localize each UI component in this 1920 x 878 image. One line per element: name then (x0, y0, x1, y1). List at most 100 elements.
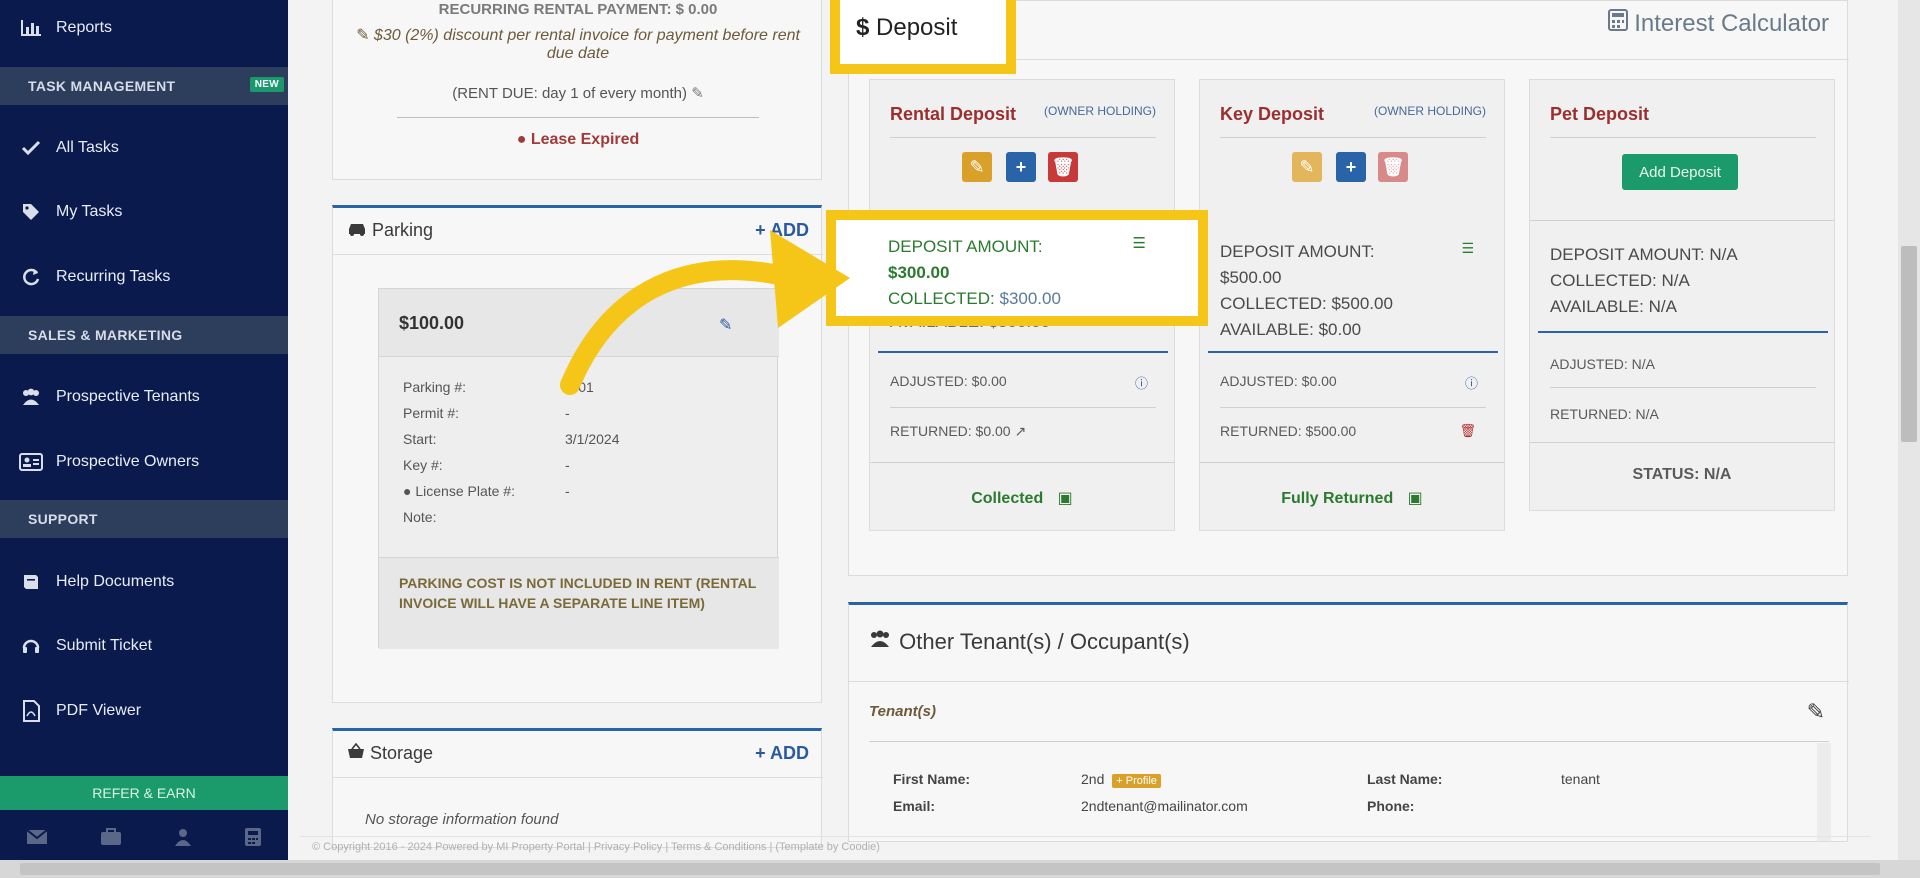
calculator-icon (1607, 9, 1635, 37)
recurring-payment-text: RECURRING RENTAL PAYMENT: $ 0.00 (438, 1, 718, 18)
user-icon[interactable] (174, 828, 192, 851)
sidebar-item-label: PDF Viewer (56, 702, 142, 719)
profile-badge[interactable]: + Profile (1112, 774, 1161, 788)
pet-deposit-figures: DEPOSIT AMOUNT: N/A COLLECTED: N/A AVAIL… (1550, 245, 1738, 316)
sidebar-item-prospective-owners[interactable]: Prospective Owners (0, 434, 288, 490)
plus-icon: + (755, 743, 766, 763)
refresh-icon (18, 266, 44, 288)
sidebar-item-prospective-tenants[interactable]: Prospective Tenants (0, 369, 288, 425)
parking-amount: $100.00 (399, 313, 465, 333)
scrollbar-thumb[interactable] (20, 863, 1880, 875)
copy-icon[interactable]: ▣ (1058, 490, 1073, 507)
tag-icon (18, 201, 44, 223)
pencil-icon: ✎ (1299, 156, 1315, 177)
sidebar-item-my-tasks[interactable]: My Tasks (0, 184, 288, 240)
headset-icon (18, 635, 44, 657)
users-icon (867, 629, 899, 654)
key-deposit-card: Key Deposit (OWNER HOLDING) ✎ + 🗑 DEPOSI… (1199, 79, 1505, 531)
tenants-label: Tenant(s) (869, 703, 936, 720)
parking-notice: PARKING COST IS NOT INCLUDED IN RENT (RE… (399, 575, 756, 611)
rental-returned: RETURNED: $0.00 ↗ (890, 423, 1027, 439)
section-sales-marketing: SALES & MARKETING (0, 316, 288, 354)
briefcase-icon[interactable] (100, 827, 122, 851)
deposit-tab[interactable]: $ Deposit (856, 14, 957, 42)
edit-deposit-button[interactable]: ✎ (962, 152, 992, 182)
dollar-icon: $ (856, 14, 870, 41)
vertical-scrollbar[interactable] (1898, 0, 1920, 860)
email-value: 2ndtenant@mailinator.com (1081, 798, 1248, 814)
lease-status: ● Lease Expired (516, 131, 640, 148)
pencil-icon: ✎ (969, 156, 985, 177)
info-icon[interactable]: ⓘ (1135, 373, 1148, 392)
list-icon[interactable]: ☰ (1461, 240, 1474, 257)
key-deposit-figures: DEPOSIT AMOUNT: $500.00 COLLECTED: $500.… (1220, 242, 1393, 339)
occupants-scrollbar[interactable] (1817, 743, 1831, 841)
list-icon[interactable]: ☰ (1133, 234, 1146, 252)
sidebar-item-label: Recurring Tasks (56, 268, 171, 285)
sidebar-item-help-documents[interactable]: Help Documents (0, 554, 288, 610)
sidebar-item-submit-ticket[interactable]: Submit Ticket (0, 618, 288, 674)
scrollbar-thumb[interactable] (1901, 246, 1917, 442)
check-icon (18, 137, 44, 159)
sidebar-item-reports[interactable]: Reports (0, 0, 288, 56)
section-task-management: TASK MANAGEMENT NEW (0, 67, 288, 105)
delete-deposit-button[interactable]: 🗑 (1378, 152, 1408, 182)
key-deposit-title: Key Deposit (1220, 104, 1325, 124)
add-pet-deposit-button[interactable]: Add Deposit (1622, 154, 1738, 190)
owner-holding-label: (OWNER HOLDING) (1044, 104, 1156, 118)
deposit-amount-highlight: DEPOSIT AMOUNT: $300.00 COLLECTED: $300.… (826, 210, 1208, 326)
sidebar-item-recurring-tasks[interactable]: Recurring Tasks (0, 249, 288, 305)
car-icon (347, 220, 372, 240)
pet-deposit-card: Pet Deposit Add Deposit DEPOSIT AMOUNT: … (1529, 79, 1835, 511)
delete-deposit-button[interactable]: 🗑 (1048, 152, 1078, 182)
sidebar-item-all-tasks[interactable]: All Tasks (0, 120, 288, 176)
storage-add-button[interactable]: + ADD (755, 743, 809, 764)
basket-icon (347, 742, 370, 763)
book-icon (18, 571, 44, 593)
edit-deposit-button[interactable]: ✎ (1292, 152, 1322, 182)
users-icon (18, 386, 44, 408)
copy-icon[interactable]: ▣ (1408, 490, 1423, 507)
tag-icon: ✎ (356, 27, 370, 44)
pet-adjusted: ADJUSTED: N/A (1550, 356, 1656, 372)
last-name-value: tenant (1561, 771, 1600, 787)
new-badge: NEW (249, 77, 284, 92)
rental-adjusted: ADJUSTED: $0.00 (890, 373, 1007, 389)
first-name-value: 2nd + Profile (1081, 771, 1161, 788)
sidebar-item-label: Help Documents (56, 573, 175, 590)
sidebar-item-label: Prospective Owners (56, 453, 200, 470)
storage-card: Storage + ADD No storage information fou… (332, 728, 823, 848)
divider (397, 117, 759, 118)
refer-earn-button[interactable]: REFER & EARN (0, 776, 288, 810)
info-icon: ● (516, 131, 527, 148)
deposit-tab-highlight: $ Deposit (830, 0, 1016, 74)
parking-details: Parking #: Z-01 Permit #: - Start: 3/1/2024… (403, 379, 620, 525)
add-deposit-button[interactable]: + (1336, 152, 1366, 182)
last-name-label: Last Name: (1367, 771, 1443, 787)
footer: © Copyright 2016 - 2024 Powered by MI Pr… (300, 836, 1870, 856)
trash-icon[interactable]: 🗑 (1459, 423, 1476, 439)
occupants-card: Other Tenant(s) / Occupant(s) Tenant(s) … (848, 602, 1849, 842)
key-returned: RETURNED: $500.00 (1220, 423, 1357, 439)
interest-calculator-link[interactable]: Interest Calculator (1607, 9, 1829, 38)
storage-title: Storage (347, 742, 433, 764)
info-icon[interactable]: ⓘ (1465, 373, 1478, 392)
occupants-title: Other Tenant(s) / Occupant(s) (867, 629, 1190, 655)
edit-icon[interactable]: ✎ (691, 85, 704, 102)
calculator-icon[interactable] (244, 827, 262, 852)
discount-text: ✎ $30 (2%) discount per rental invoice f… (356, 27, 800, 62)
external-link-icon[interactable]: ↗ (1014, 423, 1026, 439)
sidebar-item-pdf-viewer[interactable]: PDF Viewer (0, 683, 288, 739)
trash-icon: 🗑 (1051, 156, 1075, 177)
parking-title: Parking (347, 220, 433, 241)
horizontal-scrollbar[interactable] (0, 860, 1920, 878)
sidebar-item-label: My Tasks (56, 203, 123, 220)
edit-icon[interactable]: ✎ (1807, 699, 1825, 725)
trash-icon: 🗑 (1381, 156, 1405, 177)
rent-due-text: (RENT DUE: day 1 of every month) ✎ (452, 85, 704, 102)
sidebar-item-label: Prospective Tenants (56, 388, 200, 405)
add-deposit-button[interactable]: + (1006, 152, 1036, 182)
envelope-icon[interactable] (26, 828, 48, 850)
storage-empty-text: No storage information found (365, 811, 559, 828)
first-name-label: First Name: (893, 771, 971, 787)
